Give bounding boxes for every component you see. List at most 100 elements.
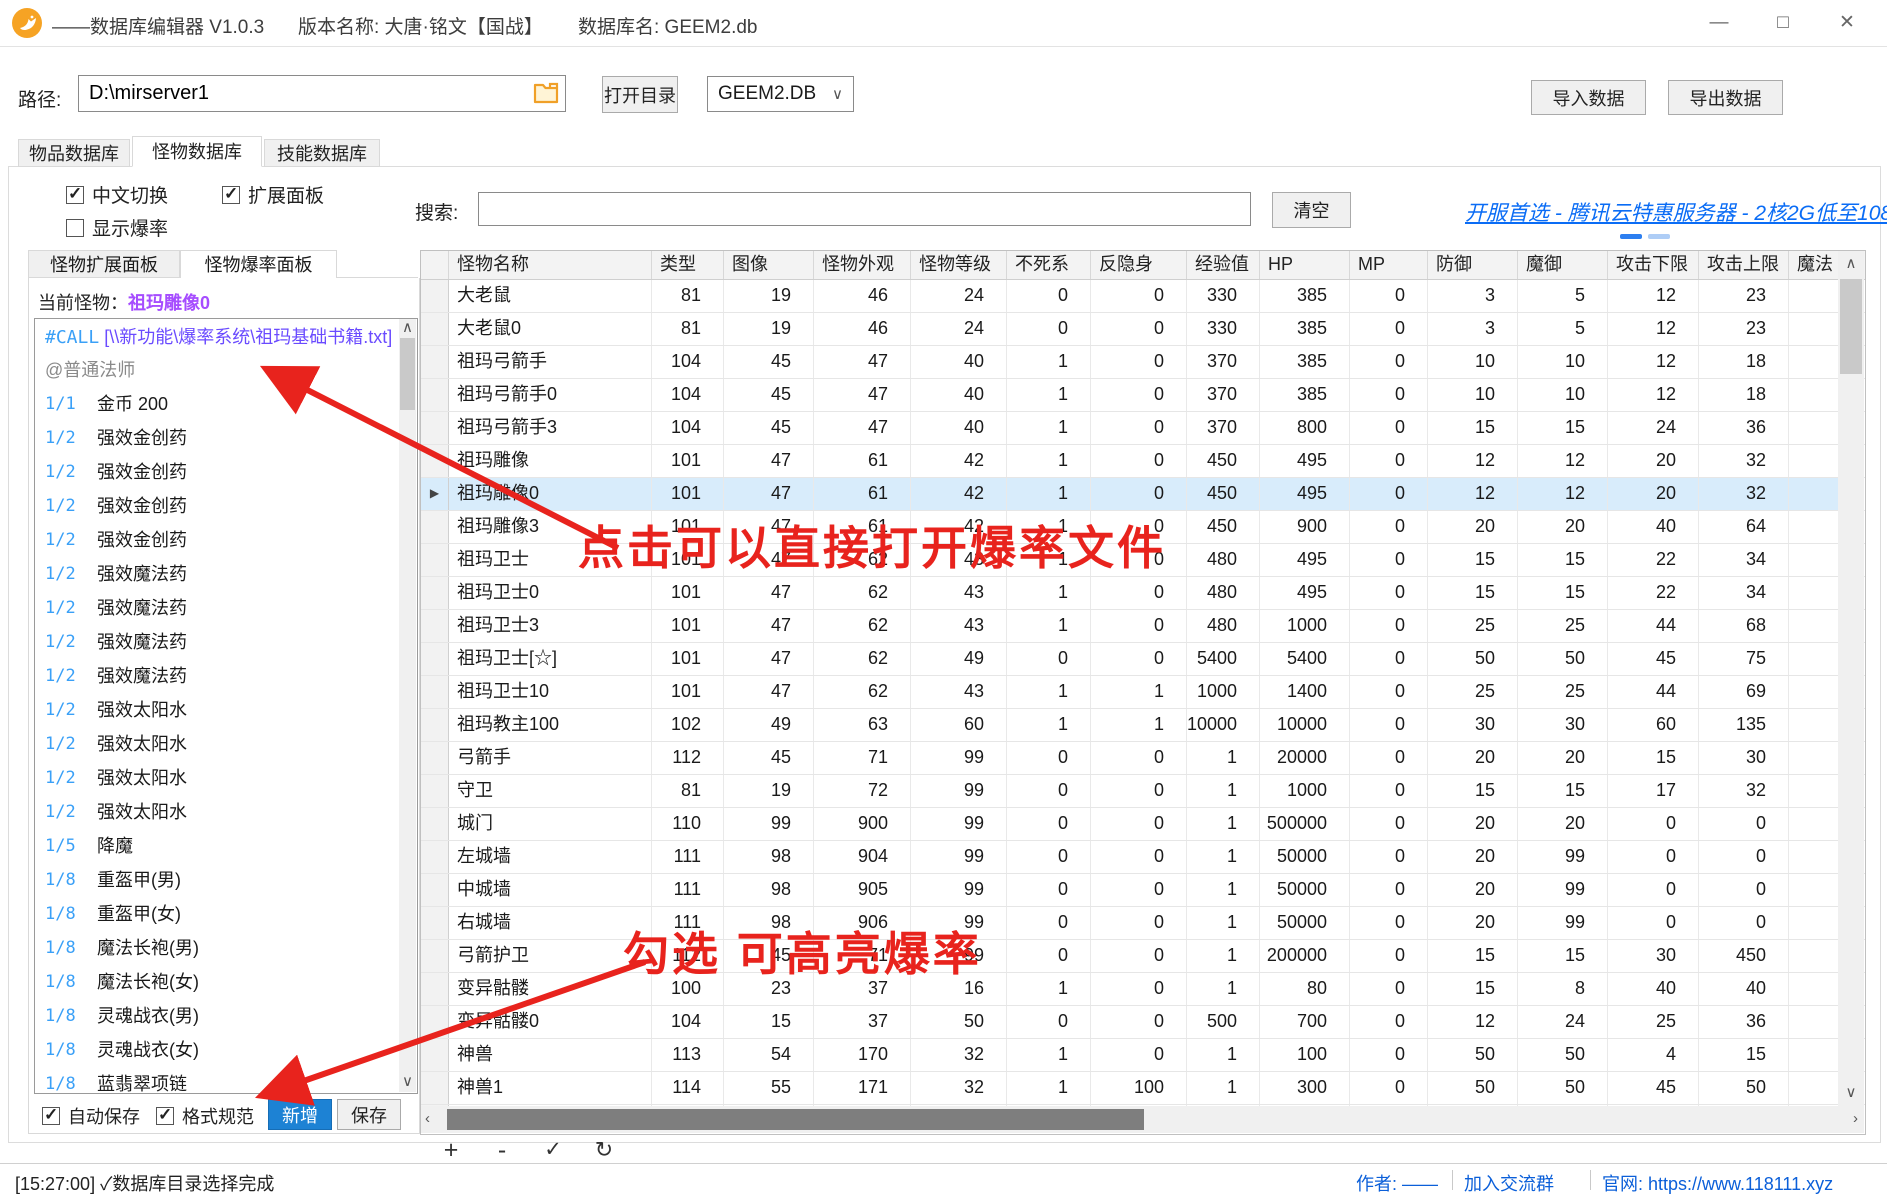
cell[interactable]: 101 (652, 643, 724, 675)
table-row[interactable]: ▶祖玛雕像010147614210450495012122032 (421, 478, 1865, 511)
cell[interactable]: 24 (911, 280, 1007, 312)
cell[interactable]: 0 (1007, 775, 1091, 807)
open-directory-button[interactable]: 打开目录 (602, 76, 678, 113)
cell[interactable]: 370 (1187, 379, 1260, 411)
cell[interactable]: 15 (1518, 940, 1608, 972)
format-check-row[interactable]: 格式规范 (156, 1103, 254, 1129)
tab-monster-drop-panel[interactable]: 怪物爆率面板 (180, 250, 337, 279)
cell[interactable]: 0 (1350, 1039, 1428, 1071)
cell[interactable]: 1 (1187, 841, 1260, 873)
cell[interactable]: 3 (1428, 313, 1518, 345)
cell[interactable]: 1 (1187, 1039, 1260, 1071)
column-header[interactable]: 怪物名称 (449, 251, 652, 279)
cell[interactable]: 30 (1428, 709, 1518, 741)
cell[interactable]: 0 (1608, 841, 1699, 873)
column-header[interactable]: 魔法 (1789, 251, 1839, 279)
cell[interactable]: 49 (911, 643, 1007, 675)
cell[interactable]: 0 (1091, 610, 1187, 642)
cell[interactable]: 4 (1608, 1039, 1699, 1071)
cell[interactable]: 0 (1350, 709, 1428, 741)
cell[interactable]: 25 (1428, 610, 1518, 642)
cell[interactable]: 1 (1007, 478, 1091, 510)
cell[interactable]: 22 (1608, 577, 1699, 609)
cell[interactable]: 480 (1187, 610, 1260, 642)
cell[interactable]: 50000 (1260, 841, 1350, 873)
cell[interactable] (1789, 709, 1839, 741)
table-row[interactable]: 祖玛弓箭手010445474010370385010101218 (421, 379, 1865, 412)
cell[interactable]: 0 (1350, 445, 1428, 477)
cell[interactable]: 43 (911, 610, 1007, 642)
cell[interactable]: 祖玛弓箭手3 (449, 412, 652, 444)
cell[interactable]: 0 (1350, 742, 1428, 774)
cell[interactable]: 99 (911, 742, 1007, 774)
cell[interactable]: 19 (724, 313, 814, 345)
cell[interactable]: 23 (1699, 280, 1789, 312)
column-header[interactable]: 怪物外观 (814, 251, 911, 279)
cell[interactable]: 45 (724, 346, 814, 378)
cell[interactable]: 12 (1428, 445, 1518, 477)
cell[interactable]: 1 (1187, 808, 1260, 840)
cell[interactable]: 50 (1518, 1039, 1608, 1071)
cell[interactable]: 1 (1187, 1072, 1260, 1104)
cell[interactable]: 25 (1518, 676, 1608, 708)
cell[interactable]: 1000 (1260, 610, 1350, 642)
cell[interactable] (1789, 445, 1839, 477)
scroll-thumb[interactable] (1840, 279, 1862, 374)
cell[interactable]: 0 (1699, 808, 1789, 840)
cell[interactable]: 47 (724, 478, 814, 510)
cell[interactable]: 0 (1091, 775, 1187, 807)
cell[interactable]: 43 (911, 577, 1007, 609)
cell[interactable]: 60 (911, 709, 1007, 741)
cell[interactable]: 62 (814, 643, 911, 675)
cell[interactable]: 99 (1518, 874, 1608, 906)
cell[interactable]: 8 (1518, 973, 1608, 1005)
cell[interactable]: 45 (1608, 1072, 1699, 1104)
chinese-toggle-row[interactable]: 中文切换 (66, 181, 168, 208)
cell[interactable]: 祖玛弓箭手0 (449, 379, 652, 411)
cell[interactable]: 5400 (1187, 643, 1260, 675)
cell[interactable]: 0 (1091, 907, 1187, 939)
cell[interactable]: 0 (1350, 643, 1428, 675)
cell[interactable]: 10000 (1260, 709, 1350, 741)
cell[interactable]: 24 (911, 313, 1007, 345)
cell[interactable]: 0 (1350, 610, 1428, 642)
cell[interactable]: 15 (1699, 1039, 1789, 1071)
cell[interactable]: 50 (1428, 1039, 1518, 1071)
cell[interactable]: 114 (652, 1072, 724, 1104)
cell[interactable]: 0 (1091, 313, 1187, 345)
cell[interactable]: 32 (1699, 445, 1789, 477)
cell[interactable]: 10 (1428, 346, 1518, 378)
cell[interactable]: 1400 (1260, 676, 1350, 708)
cell[interactable]: 171 (814, 1072, 911, 1104)
cell[interactable]: 1 (1007, 577, 1091, 609)
import-data-button[interactable]: 导入数据 (1531, 80, 1646, 115)
cell[interactable]: 0 (1091, 874, 1187, 906)
show-drop-checkbox[interactable] (66, 219, 84, 237)
grid-hscrollbar[interactable]: ‹ › (421, 1106, 1864, 1133)
column-header[interactable]: 防御 (1428, 251, 1518, 279)
drop-list-item[interactable]: 1/2强效魔法药 (35, 591, 417, 625)
drop-list-item[interactable]: 1/2强效金创药 (35, 455, 417, 489)
cell[interactable]: 0 (1350, 544, 1428, 576)
cell[interactable]: 47 (814, 412, 911, 444)
tab-monster-extend-panel[interactable]: 怪物扩展面板 (28, 250, 180, 278)
cell[interactable]: 城门 (449, 808, 652, 840)
cell[interactable]: 12 (1608, 313, 1699, 345)
cell[interactable]: 40 (911, 379, 1007, 411)
cell[interactable]: 40 (911, 412, 1007, 444)
cell[interactable]: 50000 (1260, 874, 1350, 906)
cell[interactable] (1789, 544, 1839, 576)
cell[interactable]: 40 (911, 346, 1007, 378)
drop-list-item[interactable]: 1/2强效太阳水 (35, 761, 417, 795)
drop-list-item[interactable]: 1/1金币 200 (35, 387, 417, 421)
cell[interactable] (1789, 841, 1839, 873)
cell[interactable]: 神兽 (449, 1039, 652, 1071)
cell[interactable]: 20 (1518, 511, 1608, 543)
cell[interactable]: 20 (1428, 511, 1518, 543)
cell[interactable]: 3 (1428, 280, 1518, 312)
close-button[interactable]: ✕ (1832, 8, 1862, 38)
cell[interactable]: 19 (724, 775, 814, 807)
search-input[interactable] (478, 192, 1251, 226)
save-button[interactable]: 保存 (337, 1099, 401, 1130)
cell[interactable]: 61 (814, 478, 911, 510)
